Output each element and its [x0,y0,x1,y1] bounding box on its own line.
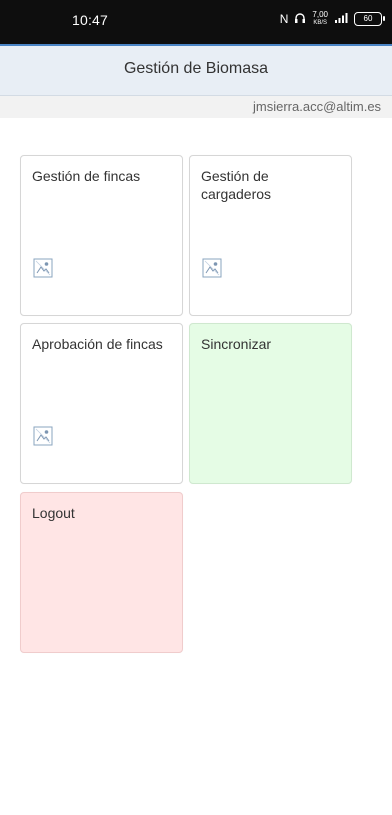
status-bar: 10:47 N 7,00 KB/S 60 [0,0,392,44]
status-time: 10:47 [72,12,109,28]
app-header: Gestión de Biomasa [0,44,392,96]
headphones-icon [294,12,306,27]
image-placeholder-icon [202,258,222,278]
network-speed-unit: KB/S [313,20,328,26]
tile-gestion-cargaderos[interactable]: Gestión de cargaderos [189,155,352,316]
network-speed-value: 7,00 [312,10,328,19]
status-icons: N 7,00 KB/S 60 [279,11,385,27]
battery-icon: 60 [354,12,385,26]
signal-icon [334,12,348,27]
image-placeholder-icon [33,258,53,278]
image-placeholder-icon [33,426,53,446]
tile-title: Gestión de cargaderos [201,168,272,202]
tile-logout[interactable]: Logout [20,492,183,653]
user-bar: jmsierra.acc@altim.es [0,96,392,118]
user-email: jmsierra.acc@altim.es [253,99,382,114]
network-speed: 7,00 KB/S [312,11,328,27]
tile-title: Sincronizar [201,336,272,352]
tile-title: Logout [32,505,75,521]
tile-title: Gestión de fincas [32,168,141,184]
nfc-icon: N [279,12,289,26]
tile-aprobacion-fincas[interactable]: Aprobación de fincas [20,323,183,484]
page-title: Gestión de Biomasa [123,60,269,77]
tile-gestion-fincas[interactable]: Gestión de fincas [20,155,183,316]
tile-title: Aprobación de fincas [32,336,163,352]
tile-sincronizar[interactable]: Sincronizar [189,323,352,484]
